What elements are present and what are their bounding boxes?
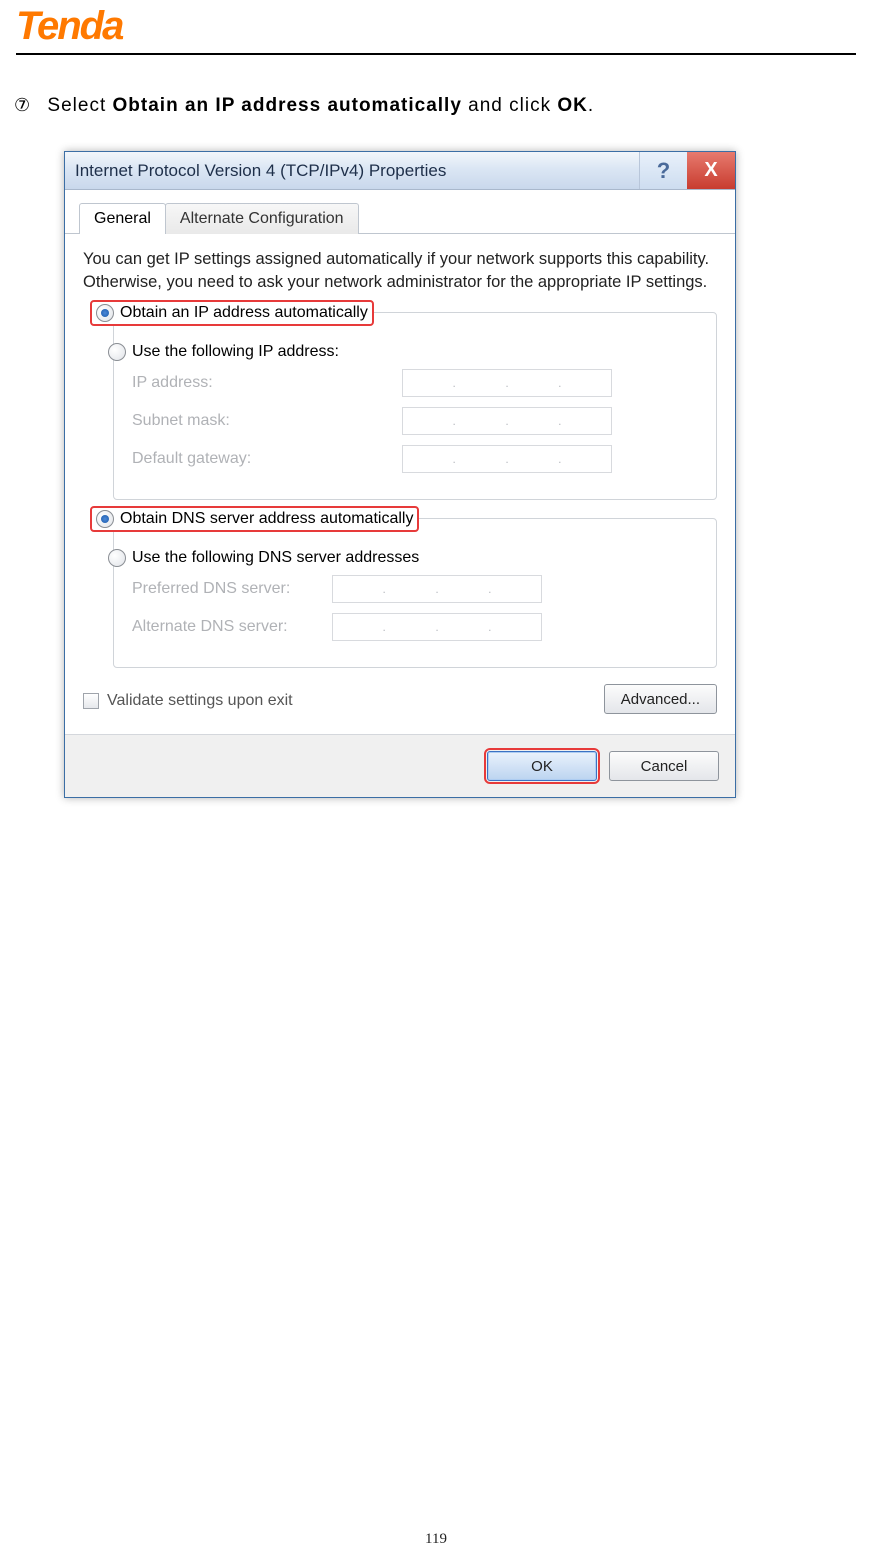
page-header: Tenda — [0, 0, 872, 55]
cancel-button[interactable]: Cancel — [609, 751, 719, 781]
radio-icon — [108, 343, 126, 361]
use-dns-label: Use the following DNS server addresses — [132, 549, 419, 567]
gateway-field: ... — [402, 445, 612, 473]
obtain-ip-label: Obtain an IP address automatically — [120, 304, 368, 322]
preferred-dns-field: ... — [332, 575, 542, 603]
label-preferred-dns: Preferred DNS server: — [132, 580, 332, 598]
tenda-logo: Tenda — [16, 4, 122, 48]
validate-label: Validate settings upon exit — [107, 692, 293, 710]
radio-obtain-ip[interactable]: Obtain an IP address automatically — [90, 300, 374, 326]
row-preferred-dns: Preferred DNS server: ... — [132, 575, 698, 603]
help-icon: ? — [657, 158, 670, 184]
radio-icon — [96, 304, 114, 322]
radio-use-ip[interactable]: Use the following IP address: — [108, 343, 698, 361]
label-alternate-dns: Alternate DNS server: — [132, 618, 332, 636]
alternate-dns-field: ... — [332, 613, 542, 641]
instruction-text: Select Obtain an IP address automaticall… — [47, 95, 594, 116]
tab-general[interactable]: General — [79, 203, 166, 234]
use-ip-label: Use the following IP address: — [132, 343, 339, 361]
label-ip-address: IP address: — [132, 374, 402, 392]
ip-address-field: ... — [402, 369, 612, 397]
label-subnet: Subnet mask: — [132, 412, 402, 430]
radio-icon — [96, 510, 114, 528]
dns-group: Obtain DNS server address automatically … — [113, 518, 717, 668]
dialog-footer: OK Cancel — [65, 734, 735, 797]
header-rule — [16, 53, 856, 55]
row-alternate-dns: Alternate DNS server: ... — [132, 613, 698, 641]
ok-button[interactable]: OK — [487, 751, 597, 781]
label-gateway: Default gateway: — [132, 450, 402, 468]
subnet-field: ... — [402, 407, 612, 435]
help-button[interactable]: ? — [639, 152, 687, 189]
instruction-step: ⑦ Select Obtain an IP address automatica… — [14, 95, 872, 117]
radio-obtain-dns[interactable]: Obtain DNS server address automatically — [90, 506, 419, 532]
close-button[interactable]: X — [687, 152, 735, 189]
radio-icon — [108, 549, 126, 567]
page-number: 119 — [0, 1531, 872, 1548]
properties-dialog: Internet Protocol Version 4 (TCP/IPv4) P… — [64, 151, 736, 798]
step-number-icon: ⑦ — [14, 95, 31, 116]
titlebar: Internet Protocol Version 4 (TCP/IPv4) P… — [65, 152, 735, 190]
advanced-button[interactable]: Advanced... — [604, 684, 717, 714]
close-icon: X — [704, 159, 717, 182]
dialog-title: Internet Protocol Version 4 (TCP/IPv4) P… — [75, 161, 446, 181]
obtain-dns-label: Obtain DNS server address automatically — [120, 510, 413, 528]
row-subnet: Subnet mask: ... — [132, 407, 698, 435]
description-text: You can get IP settings assigned automat… — [83, 248, 717, 294]
checkbox-icon — [83, 693, 99, 709]
row-gateway: Default gateway: ... — [132, 445, 698, 473]
ip-group: Obtain an IP address automatically Use t… — [113, 312, 717, 500]
row-ip-address: IP address: ... — [132, 369, 698, 397]
tab-alternate[interactable]: Alternate Configuration — [165, 203, 359, 234]
tabs-row: General Alternate Configuration — [65, 190, 735, 234]
radio-use-dns[interactable]: Use the following DNS server addresses — [108, 549, 698, 567]
